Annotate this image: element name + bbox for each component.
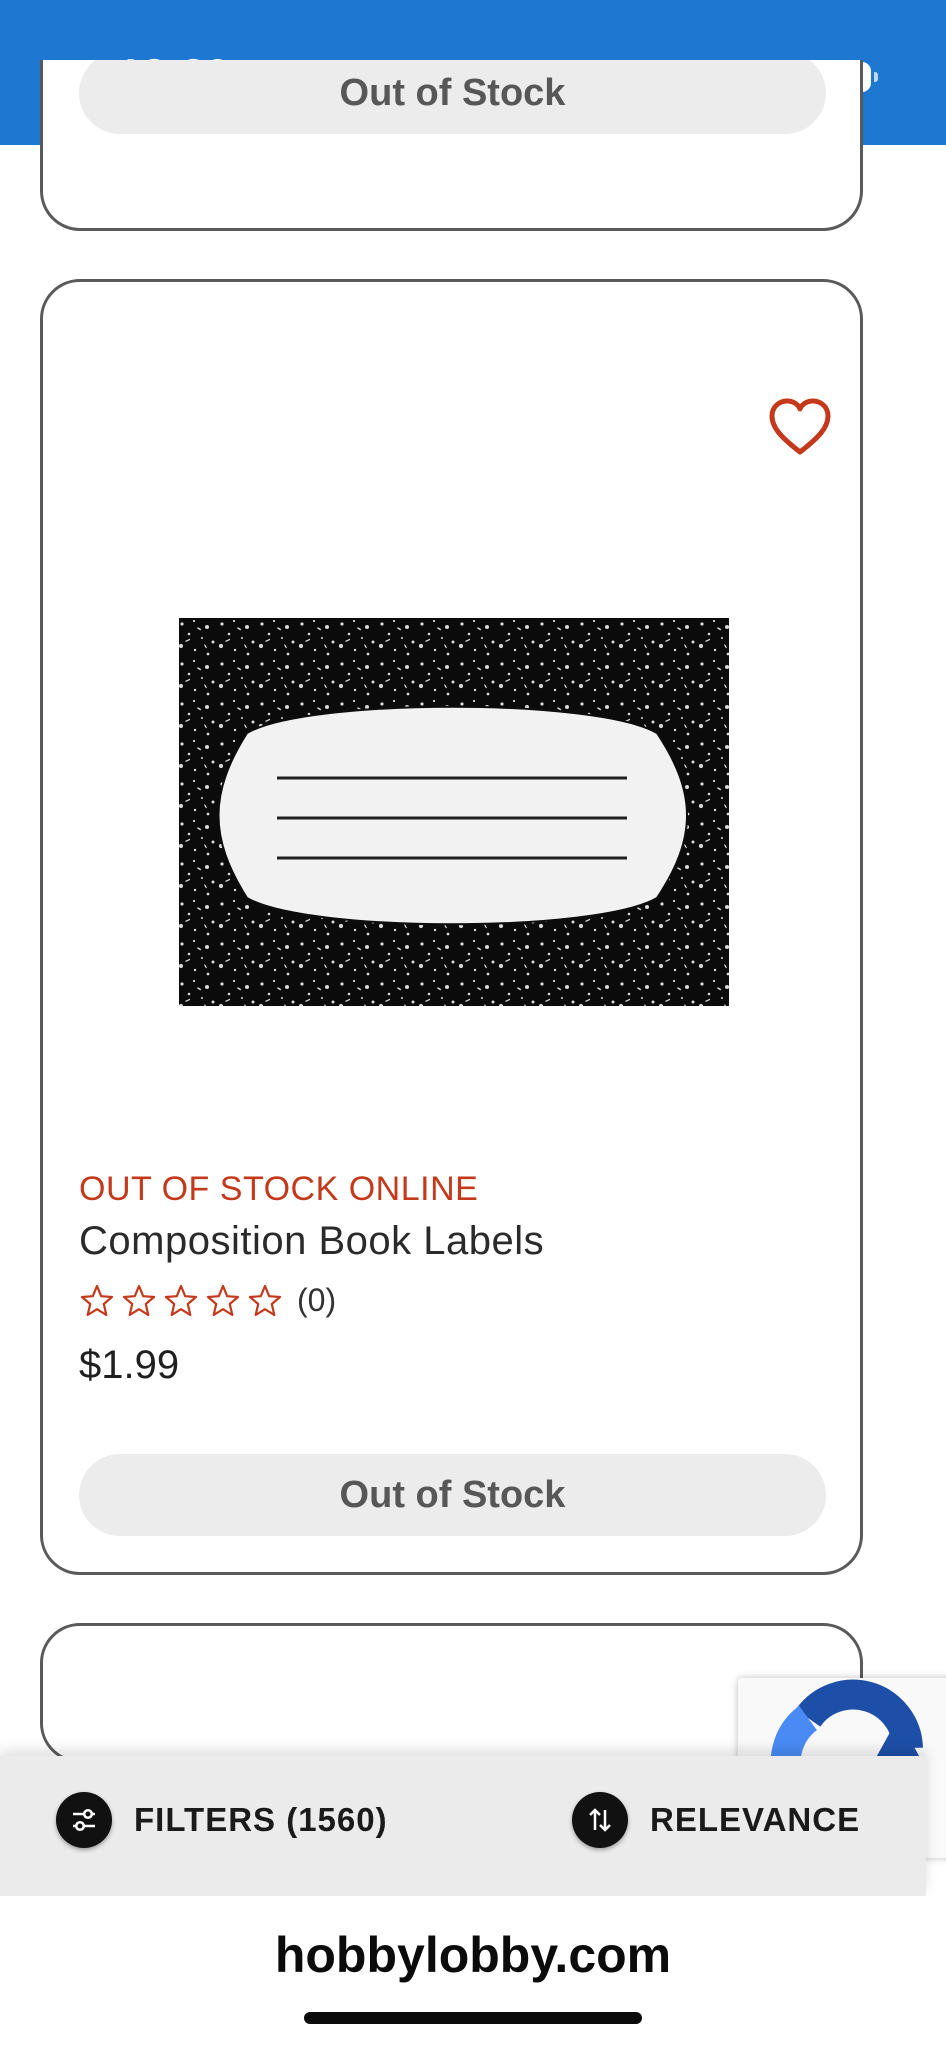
rating-row[interactable]: (0) <box>79 1282 336 1319</box>
sort-button[interactable]: RELEVANCE <box>572 1792 860 1848</box>
browser-url-bar[interactable]: hobbylobby.com <box>0 1896 946 2048</box>
product-card[interactable]: OUT OF STOCK ONLINE Composition Book Lab… <box>40 279 863 1575</box>
availability-status: OUT OF STOCK ONLINE <box>79 1170 479 1208</box>
review-count: (0) <box>297 1282 337 1318</box>
star-outline-icon <box>122 1284 156 1316</box>
heart-outline-icon[interactable] <box>768 398 832 456</box>
filters-button[interactable]: FILTERS (1560) <box>56 1792 388 1848</box>
product-price: $1.99 <box>79 1343 180 1387</box>
filter-sort-bar: FILTERS (1560) RELEVANCE <box>0 1756 926 1896</box>
out-of-stock-button[interactable]: Out of Stock <box>79 1454 826 1536</box>
product-image[interactable] <box>137 578 773 1038</box>
out-of-stock-button[interactable]: Out of Stock <box>79 60 826 134</box>
star-outline-icon <box>164 1284 198 1316</box>
star-outline-icon <box>206 1284 240 1316</box>
url-text[interactable]: hobbylobby.com <box>0 1926 946 1984</box>
screen: 12:20 5G UW 63 Out of Stock <box>0 0 946 2048</box>
product-card-previous: Out of Stock <box>40 60 863 231</box>
star-outline-icon <box>248 1284 282 1316</box>
product-name[interactable]: Composition Book Labels <box>79 1219 544 1264</box>
sort-arrows-icon <box>572 1792 628 1848</box>
star-outline-icon <box>80 1284 114 1316</box>
home-indicator[interactable] <box>304 2012 642 2024</box>
sliders-icon <box>56 1792 112 1848</box>
filters-label: FILTERS (1560) <box>134 1801 388 1838</box>
sort-label: RELEVANCE <box>650 1801 861 1838</box>
